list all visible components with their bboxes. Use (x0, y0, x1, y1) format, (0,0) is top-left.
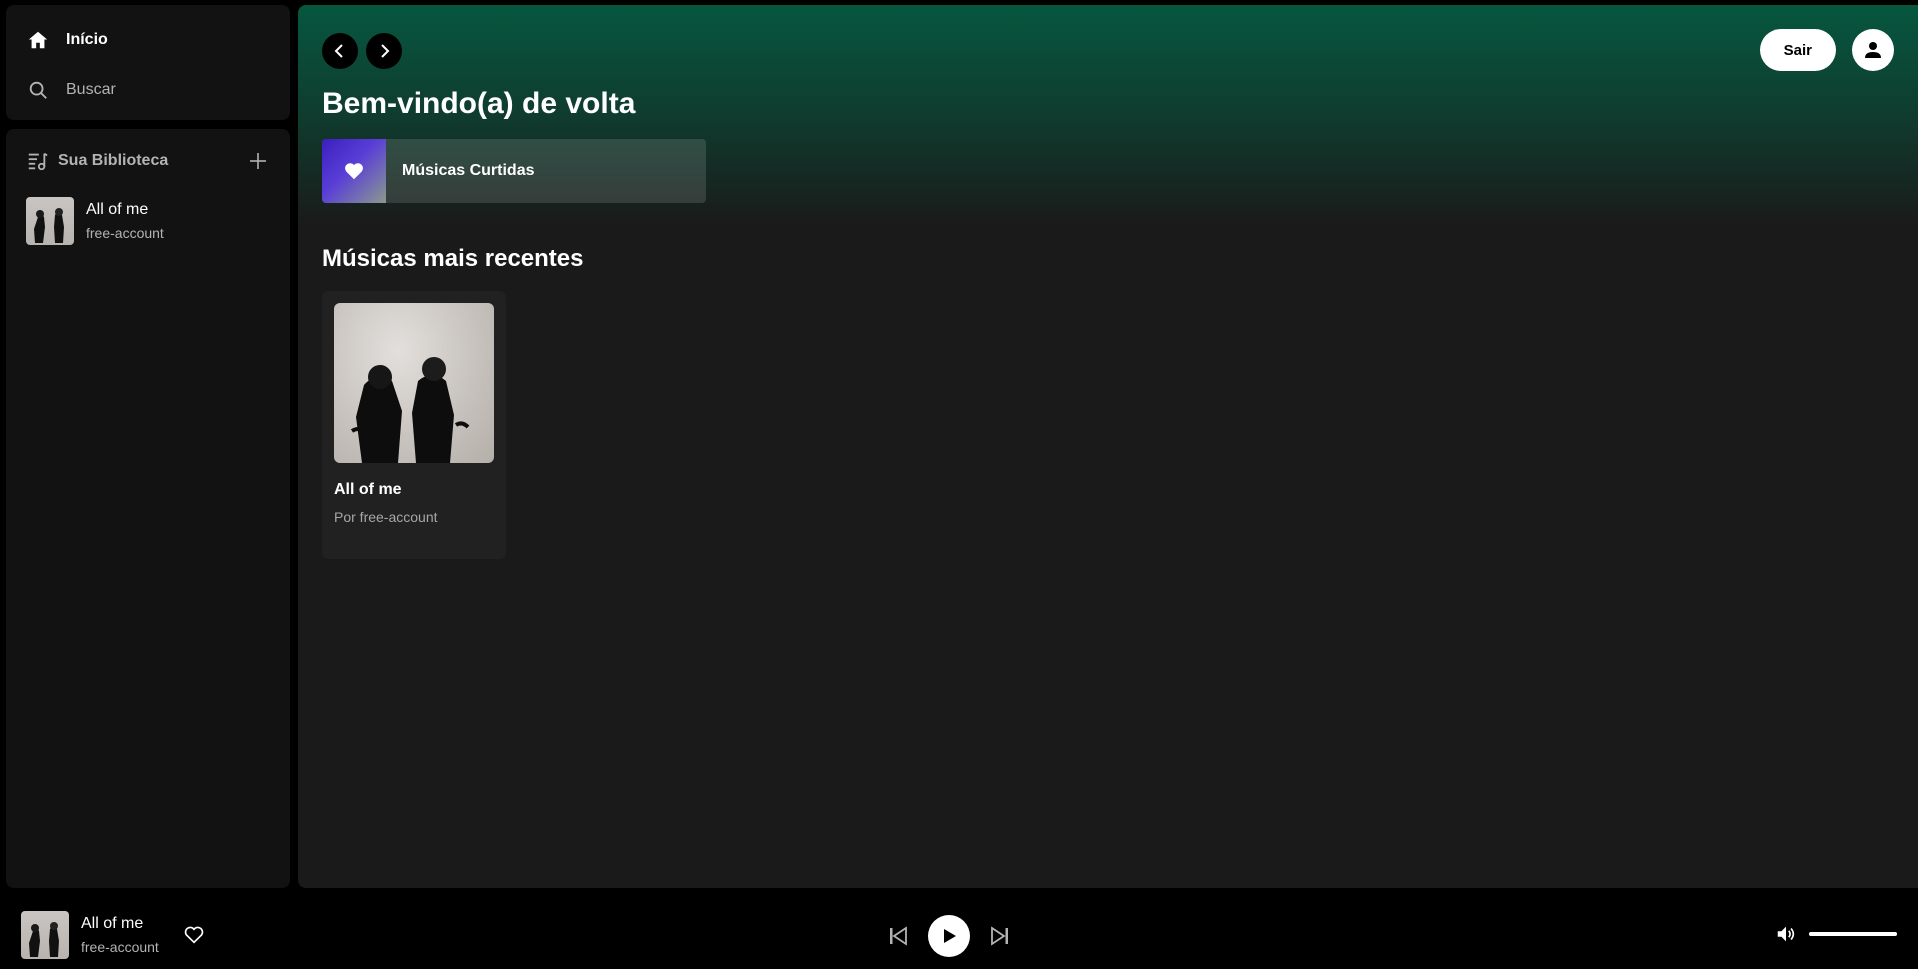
volume-icon (1777, 926, 1795, 942)
plus-icon (250, 153, 266, 169)
next-button[interactable] (988, 924, 1012, 948)
logout-button[interactable]: Sair (1759, 29, 1836, 71)
liked-songs-card[interactable]: Músicas Curtidas (322, 139, 706, 203)
skip-next-icon (991, 926, 1008, 946)
volume-control (1775, 922, 1897, 946)
song-card-subtitle: Por free-account (334, 509, 438, 525)
now-playing-artist[interactable]: free-account (81, 939, 159, 955)
add-playlist-button[interactable] (246, 149, 270, 173)
skip-previous-icon (890, 926, 907, 946)
library-icon (26, 149, 50, 173)
page-title: Bem-vindo(a) de volta (322, 87, 636, 120)
header-actions: Sair (1759, 29, 1894, 71)
sidebar-nav: Início Buscar (6, 5, 290, 120)
now-playing: All of me free-account (21, 911, 207, 959)
home-icon (26, 28, 50, 52)
play-button[interactable] (928, 915, 970, 957)
user-menu-button[interactable] (1852, 29, 1894, 71)
sidebar-item-label: Buscar (66, 81, 116, 98)
chevron-left-icon (334, 44, 343, 58)
like-button[interactable] (183, 923, 207, 947)
liked-songs-thumbnail (322, 139, 386, 203)
now-playing-thumbnail[interactable] (21, 911, 69, 959)
song-card[interactable]: All of me Por free-account (322, 291, 506, 559)
sidebar-item-search[interactable]: Buscar (26, 75, 270, 105)
previous-button[interactable] (886, 924, 910, 948)
library-item-title: All of me (86, 201, 149, 218)
liked-songs-label: Músicas Curtidas (402, 162, 535, 179)
section-title: Músicas mais recentes (322, 245, 584, 272)
library-header: Sua Biblioteca (6, 129, 290, 179)
album-cover (334, 303, 494, 463)
sidebar-item-home[interactable]: Início (26, 25, 270, 55)
album-thumbnail (26, 197, 74, 245)
now-playing-title[interactable]: All of me (81, 915, 159, 933)
library-title: Sua Biblioteca (58, 152, 169, 169)
volume-button[interactable] (1775, 922, 1799, 946)
player-bar: All of me free-account (0, 896, 1918, 969)
playback-controls (886, 915, 1012, 957)
play-icon (944, 929, 956, 943)
history-nav (322, 33, 402, 69)
volume-slider-fill (1809, 932, 1897, 936)
app-root: Início Buscar Sua Biblioteca All of me f… (0, 0, 1918, 969)
volume-slider[interactable] (1809, 932, 1897, 936)
search-icon (26, 78, 50, 102)
chevron-right-icon (381, 44, 390, 58)
heart-icon (345, 163, 363, 180)
library-item[interactable]: All of me free-account (6, 189, 290, 253)
library-item-subtitle: free-account (86, 225, 164, 241)
forward-button[interactable] (366, 33, 402, 69)
library-title-button[interactable]: Sua Biblioteca (26, 149, 168, 173)
main-content: Sair Bem-vindo(a) de volta Músicas Curti… (298, 5, 1918, 888)
song-card-title: All of me (334, 481, 402, 498)
back-button[interactable] (322, 33, 358, 69)
library-panel: Sua Biblioteca All of me free-account (6, 129, 290, 888)
user-icon (1865, 42, 1881, 58)
heart-outline-icon (184, 926, 204, 944)
sidebar-item-label: Início (66, 31, 108, 48)
